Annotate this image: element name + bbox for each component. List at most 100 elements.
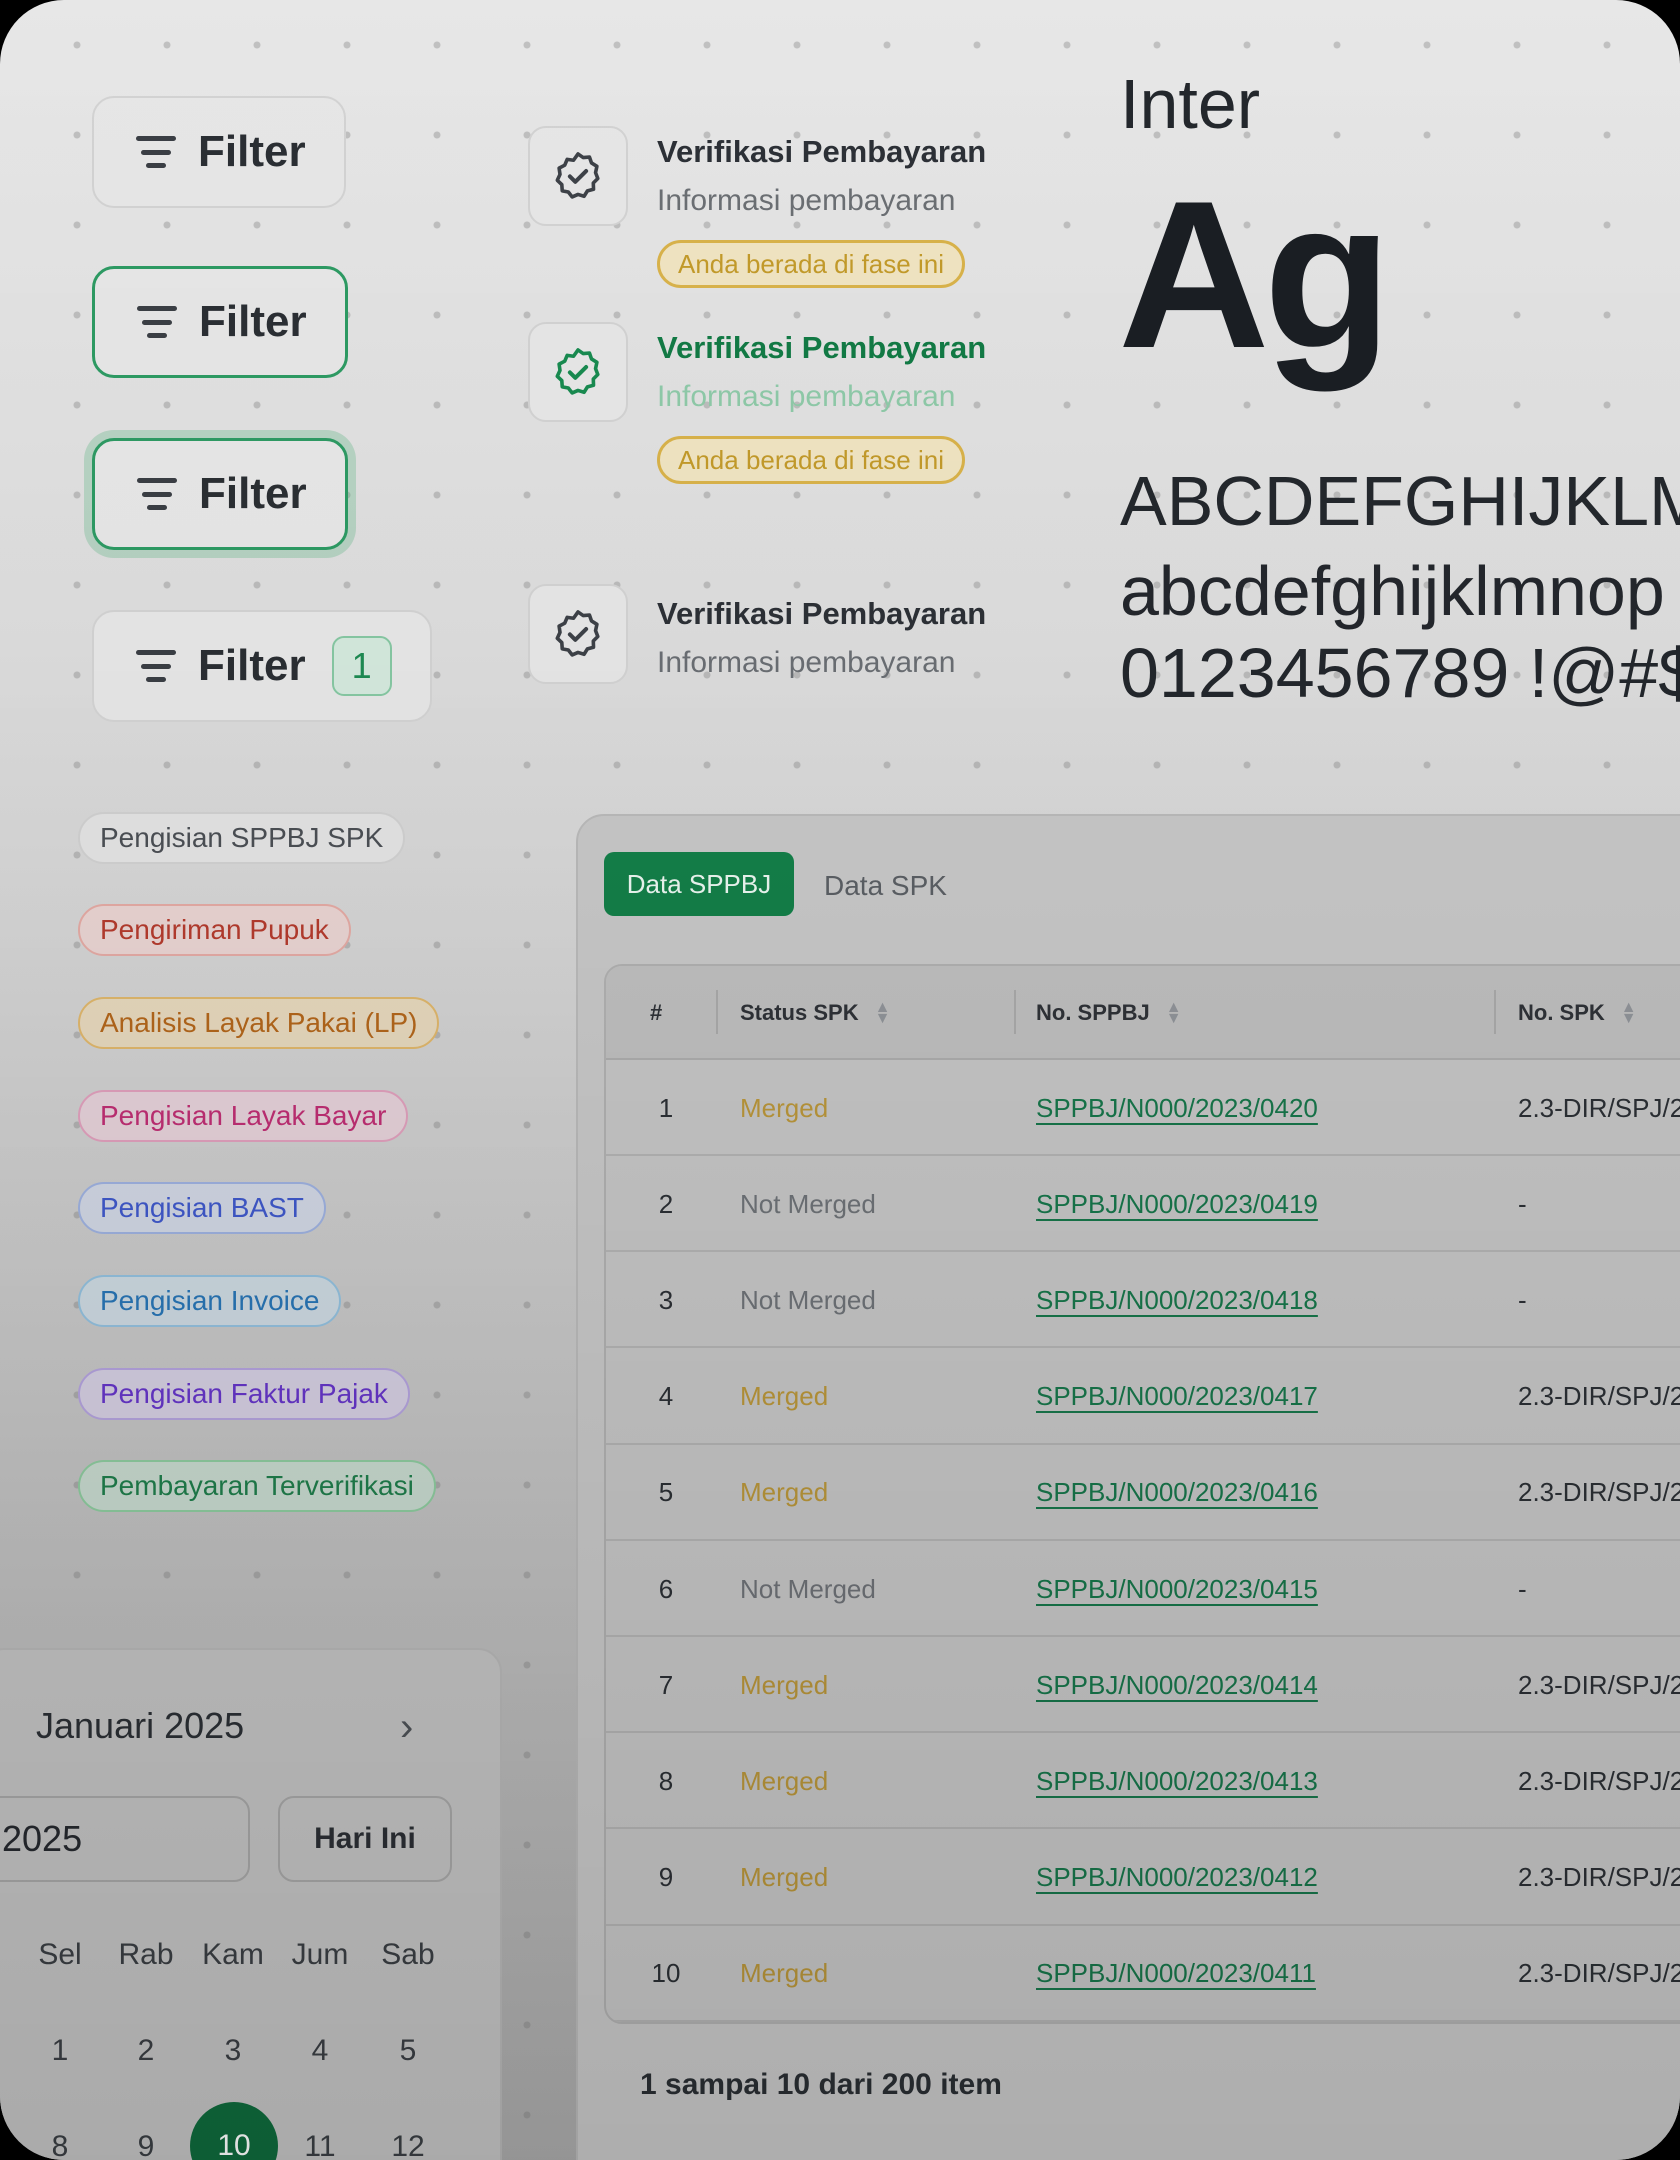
sort-icon[interactable]: ▲ ▼ [1166, 999, 1182, 1026]
filter-lines-icon [136, 650, 176, 682]
filter-lines-icon [136, 136, 176, 168]
current-phase-badge: Anda berada di fase ini [657, 240, 965, 288]
calendar-day[interactable]: 3 [193, 2034, 273, 2068]
filter-button-hover[interactable]: Filter [92, 266, 348, 378]
column-header-status[interactable]: Status SPK ▲ ▼ [740, 966, 890, 1060]
spk-number-cell: - [1518, 1573, 1527, 1604]
step-3-title: Verifikasi Pembayaran [657, 596, 987, 631]
tab-data-spk[interactable]: Data SPK [824, 870, 947, 902]
status-tag-bast: Pengisian BAST [78, 1182, 326, 1234]
table-row[interactable]: 5 Merged SPPBJ/N000/2023/0416 2.3-DIR/SPJ/2 [606, 1445, 1680, 1541]
table-row[interactable]: 4 Merged SPPBJ/N000/2023/0417 2.3-DIR/SPJ/2 [606, 1349, 1680, 1445]
today-button[interactable]: Hari Ini [278, 1796, 452, 1882]
weekday-label: Sab [381, 1938, 435, 1971]
calendar-day[interactable]: 12 [368, 2130, 448, 2160]
showcase-frame: Filter Filter Filter Filter 1 Verifikasi… [0, 0, 1680, 2160]
table-row[interactable]: 6 Not Merged SPPBJ/N000/2023/0415 - [606, 1541, 1680, 1637]
font-sample-glyphs: Ag [1118, 157, 1392, 392]
sppbj-link[interactable]: SPPBJ/N000/2023/0418 [1036, 1252, 1318, 1348]
step-1-title: Verifikasi Pembayaran [657, 134, 987, 169]
sppbj-link[interactable]: SPPBJ/N000/2023/0412 [1036, 1830, 1318, 1926]
column-header-sppbj[interactable]: No. SPPBJ ▲ ▼ [1036, 966, 1182, 1060]
weekday-label: Sel [38, 1938, 82, 1971]
spk-number-cell: - [1518, 1284, 1527, 1315]
filter-label: Filter [199, 297, 307, 346]
spk-number-cell: 2.3-DIR/SPJ/2 [1518, 1669, 1680, 1700]
calendar-month-label: Januari 2025 [36, 1705, 245, 1746]
column-header-label: No. SPPBJ [1036, 1000, 1150, 1025]
status-tag-terverifikasi: Pembayaran Terverifikasi [78, 1460, 436, 1512]
table-header: # Status SPK ▲ ▼ No. SPPBJ ▲ ▼ No. SPK ▲ ▼ [606, 966, 1680, 1060]
chevron-right-icon[interactable]: › [400, 1705, 413, 1750]
column-header-label: No. SPK [1518, 1000, 1605, 1025]
weekday-label: Rab [118, 1938, 174, 1971]
column-divider [1014, 990, 1016, 1034]
status-tag-sppbj-spk: Pengisian SPPBJ SPK [78, 812, 406, 864]
calendar-day[interactable]: 8 [20, 2130, 100, 2160]
sppbj-link[interactable]: SPPBJ/N000/2023/0415 [1036, 1541, 1318, 1637]
status-spk-cell: Merged [740, 1092, 829, 1123]
spk-number-cell: 2.3-DIR/SPJ/2 [1518, 1765, 1680, 1796]
weekday-label: Jum [291, 1938, 349, 1971]
font-lowercase-sample: abcdefghijklmnop [1120, 552, 1665, 630]
column-divider [716, 990, 718, 1034]
filter-button-focused[interactable]: Filter [92, 438, 348, 550]
row-index: 7 [658, 1669, 674, 1700]
sort-icon[interactable]: ▲ ▼ [1621, 999, 1637, 1026]
sort-icon[interactable]: ▲ ▼ [875, 999, 891, 1026]
spk-number-cell: 2.3-DIR/SPJ/2 [1518, 1381, 1680, 1412]
font-uppercase-sample: ABCDEFGHIJKLMN [1120, 462, 1680, 540]
pagination-summary: 1 sampai 10 dari 200 item [640, 2068, 1002, 2101]
status-tag-faktur-pajak: Pengisian Faktur Pajak [78, 1368, 410, 1420]
calendar-day[interactable]: 5 [368, 2034, 448, 2068]
step-1-subtitle: Informasi pembayaran [657, 184, 956, 217]
date-input[interactable]: 2025 [0, 1796, 250, 1882]
status-spk-cell: Not Merged [740, 1284, 876, 1315]
table-row[interactable]: 3 Not Merged SPPBJ/N000/2023/0418 - [606, 1252, 1680, 1349]
spk-number-cell: 2.3-DIR/SPJ/2 [1518, 1958, 1680, 1989]
column-header-index: # [650, 1000, 663, 1025]
calendar-day[interactable]: 2 [106, 2034, 186, 2068]
status-spk-cell: Merged [740, 1669, 829, 1700]
table-row[interactable]: 8 Merged SPPBJ/N000/2023/0413 2.3-DIR/SPJ/2 [606, 1733, 1680, 1830]
sppbj-link[interactable]: SPPBJ/N000/2023/0414 [1036, 1637, 1318, 1733]
font-name: Inter [1120, 65, 1261, 143]
sppbj-link[interactable]: SPPBJ/N000/2023/0417 [1036, 1349, 1318, 1445]
status-spk-cell: Merged [740, 1381, 829, 1412]
status-spk-cell: Merged [740, 1765, 829, 1796]
tab-data-sppbj[interactable]: Data SPPBJ [604, 852, 794, 916]
calendar-day[interactable]: 1 [20, 2034, 100, 2068]
font-digits-sample: 0123456789 !@#$ [1120, 634, 1680, 712]
sppbj-link[interactable]: SPPBJ/N000/2023/0416 [1036, 1445, 1318, 1541]
sppbj-link[interactable]: SPPBJ/N000/2023/0419 [1036, 1156, 1318, 1252]
filter-lines-icon [137, 478, 177, 510]
filter-label: Filter [199, 469, 307, 518]
filter-label: Filter [198, 127, 306, 176]
table-row[interactable]: 9 Merged SPPBJ/N000/2023/0412 2.3-DIR/SPJ/2 [606, 1830, 1680, 1926]
column-header-spk[interactable]: No. SPK ▲ ▼ [1518, 966, 1637, 1060]
step-2-title: Verifikasi Pembayaran [657, 330, 987, 365]
status-tag-invoice: Pengisian Invoice [78, 1275, 342, 1327]
status-spk-cell: Merged [740, 1958, 829, 1989]
sppbj-link[interactable]: SPPBJ/N000/2023/0420 [1036, 1060, 1318, 1156]
step-3-subtitle: Informasi pembayaran [657, 646, 956, 679]
filter-button-default[interactable]: Filter [92, 96, 346, 208]
step-icon-box [528, 126, 628, 226]
sppbj-table: # Status SPK ▲ ▼ No. SPPBJ ▲ ▼ No. SPK ▲ ▼ … [604, 964, 1680, 2024]
calendar-day[interactable]: 4 [280, 2034, 360, 2068]
table-row[interactable]: 2 Not Merged SPPBJ/N000/2023/0419 - [606, 1156, 1680, 1253]
filter-button-with-count[interactable]: Filter 1 [92, 610, 432, 722]
column-header-label: Status SPK [740, 1000, 859, 1025]
calendar-day[interactable]: 9 [106, 2130, 186, 2160]
step-2-subtitle: Informasi pembayaran [657, 380, 956, 413]
status-spk-cell: Merged [740, 1862, 829, 1893]
spk-number-cell: - [1518, 1188, 1527, 1219]
spk-number-cell: 2.3-DIR/SPJ/2 [1518, 1862, 1680, 1893]
table-row[interactable]: 7 Merged SPPBJ/N000/2023/0414 2.3-DIR/SPJ/2 [606, 1637, 1680, 1734]
table-row[interactable]: 10 Merged SPPBJ/N000/2023/0411 2.3-DIR/SPJ/… [606, 1926, 1680, 2022]
table-row[interactable]: 1 Merged SPPBJ/N000/2023/0420 2.3-DIR/SPJ/2 [606, 1060, 1680, 1156]
sppbj-link[interactable]: SPPBJ/N000/2023/0411 [1036, 1926, 1316, 2022]
sppbj-link[interactable]: SPPBJ/N000/2023/0413 [1036, 1733, 1318, 1829]
verified-badge-icon [555, 348, 600, 395]
calendar-day[interactable]: 11 [280, 2130, 360, 2160]
